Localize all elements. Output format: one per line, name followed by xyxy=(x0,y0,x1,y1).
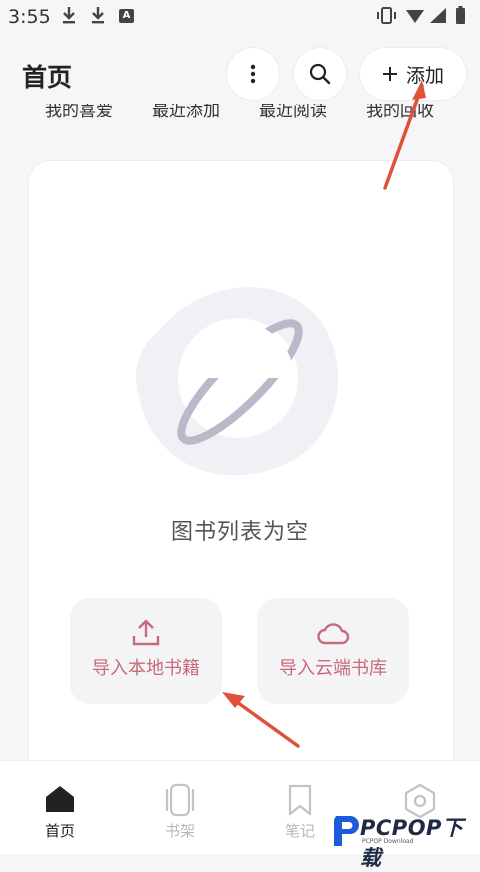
plus-icon xyxy=(382,67,397,81)
import-local-label: 导入本地书籍 xyxy=(92,658,200,679)
empty-message: 图书列表为空 xyxy=(170,520,309,545)
battery-icon xyxy=(456,6,465,24)
vibrate-icon xyxy=(377,7,396,24)
home-icon xyxy=(46,786,74,812)
top-header: 首页 添加 xyxy=(0,46,480,104)
add-button-label: 添加 xyxy=(405,64,444,87)
upload-icon xyxy=(132,619,160,646)
search-button[interactable] xyxy=(294,48,346,100)
chip-recent-added[interactable]: 最近添加 xyxy=(152,104,220,121)
chip-recycle[interactable]: 我的回收 xyxy=(366,104,434,121)
bookshelf-icon xyxy=(165,783,195,817)
keyboard-a-icon: A xyxy=(119,9,134,23)
status-time: 3:55 xyxy=(8,6,51,28)
cloud-icon xyxy=(317,623,350,645)
empty-planet-illustration xyxy=(136,287,339,476)
system-icons xyxy=(377,6,465,24)
page-title: 首页 xyxy=(22,63,73,92)
watermark-sub: PCPOP Download xyxy=(362,838,414,845)
nav-bookshelf[interactable]: 书架 xyxy=(120,761,240,854)
chip-favorites[interactable]: 我的喜爱 xyxy=(45,104,113,121)
filter-chips: 我的喜爱 最近添加 最近阅读 我的回收 xyxy=(0,104,480,126)
nav-label-bookshelf: 书架 xyxy=(164,822,195,840)
chip-recent-read[interactable]: 最近阅读 xyxy=(259,104,327,121)
download-icon xyxy=(63,7,75,24)
import-cloud-label: 导入云端书库 xyxy=(279,658,387,679)
bookmark-icon xyxy=(288,784,312,816)
add-button[interactable]: 添加 xyxy=(360,48,466,100)
nav-home[interactable]: 首页 xyxy=(0,761,120,854)
import-local-button[interactable]: 导入本地书籍 xyxy=(70,598,222,704)
signal-icon xyxy=(430,8,446,23)
nav-label-home: 首页 xyxy=(44,822,75,840)
search-icon xyxy=(309,63,331,85)
pcpop-logo-icon xyxy=(334,816,359,846)
import-cloud-button[interactable]: 导入云端书库 xyxy=(257,598,409,704)
pcpop-watermark: PCPOP下载 PCPOP Download xyxy=(330,808,478,870)
download-icon xyxy=(92,7,104,24)
status-bar: 3:55 A xyxy=(0,0,480,34)
wifi-icon xyxy=(406,10,424,23)
more-vertical-icon xyxy=(250,64,256,84)
more-button[interactable] xyxy=(227,48,279,100)
